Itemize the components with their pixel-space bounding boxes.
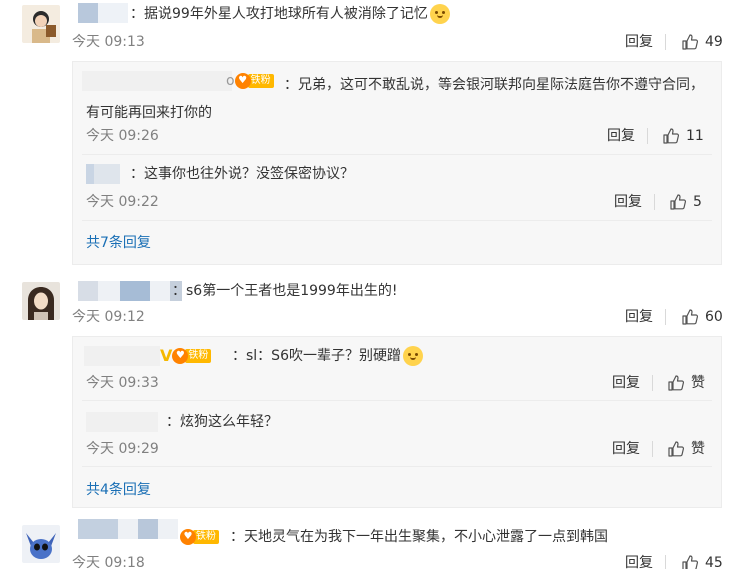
reply-name-badge[interactable]: V ♥ 铁粉: [160, 346, 213, 366]
divider: [665, 555, 666, 569]
reply-time: 今天 09:29: [86, 441, 159, 457]
comment-time: 今天 09:13: [72, 34, 145, 50]
divider: [665, 309, 666, 325]
doge-emoji-icon: [402, 346, 423, 366]
reply-divider: [82, 400, 712, 401]
like-count: 60: [705, 309, 723, 325]
thumbs-up-icon: [668, 441, 685, 457]
like-button[interactable]: 5: [669, 193, 702, 211]
divider: [647, 128, 648, 144]
blurred-username[interactable]: [86, 164, 120, 184]
blurred-username[interactable]: [84, 346, 160, 366]
comment-text: ：据说99年外星人攻打地球所有人被消除了记忆: [130, 4, 450, 24]
reply-button[interactable]: 回复: [612, 440, 640, 458]
user-avatar-icon: [22, 5, 60, 43]
more-replies-link[interactable]: 共7条回复: [86, 234, 151, 252]
fan-badge: ♥ 铁粉: [172, 348, 212, 364]
reply-divider: [82, 220, 712, 221]
divider: [665, 34, 666, 50]
like-button[interactable]: 45: [681, 554, 723, 569]
like-count: 11: [686, 128, 704, 144]
divider: [652, 375, 653, 391]
like-count: 赞: [691, 375, 705, 391]
thumbs-up-icon: [682, 555, 699, 569]
avatar[interactable]: [22, 282, 60, 320]
thumbs-up-icon: [682, 309, 699, 325]
user-avatar-icon: [22, 282, 60, 320]
blurred-username[interactable]: [78, 281, 182, 301]
like-count: 5: [693, 194, 702, 210]
reply-divider: [82, 154, 712, 155]
comment-text: ：s6第一个王者也是1999年出生的!: [172, 283, 398, 299]
user-avatar-icon: [22, 525, 60, 563]
reply-time: 今天 09:33: [86, 375, 159, 391]
reply-button[interactable]: 回复: [607, 127, 635, 145]
blurred-username[interactable]: [86, 412, 158, 432]
doge-emoji-icon: [429, 4, 450, 24]
fan-badge: ♥ 铁粉: [180, 529, 219, 545]
like-count: 赞: [691, 441, 705, 457]
thumbs-up-icon: [663, 128, 680, 144]
like-button[interactable]: 11: [662, 127, 704, 145]
like-count: 45: [705, 555, 723, 569]
comment-time: 今天 09:12: [72, 309, 145, 325]
reply-text: ：sl：S6吹一辈子？别硬蹭: [232, 346, 423, 366]
reply-button[interactable]: 回复: [625, 33, 653, 51]
blurred-username[interactable]: [78, 3, 128, 23]
like-button[interactable]: 赞: [667, 374, 705, 392]
reply-text-block: ：兄弟，这可不敢乱说，等会银河联邦向星际法庭告你不遵守合同，有可能再回来打你的: [86, 77, 704, 121]
divider: [652, 441, 653, 457]
vip-logo-icon: V: [160, 346, 173, 365]
like-button[interactable]: 赞: [667, 440, 705, 458]
more-replies-link[interactable]: 共4条回复: [86, 481, 151, 499]
avatar[interactable]: [22, 525, 60, 563]
reply-text: ：这事你也往外说？没签保密协议？: [130, 166, 354, 182]
divider: [654, 194, 655, 210]
reply-name-badge[interactable]: ♥ 铁粉: [180, 527, 221, 547]
reply-button[interactable]: 回复: [625, 308, 653, 326]
thumbs-up-icon: [670, 194, 687, 210]
reply-divider: [82, 466, 712, 467]
avatar[interactable]: [22, 5, 60, 43]
reply-time: 今天 09:26: [86, 128, 159, 144]
blurred-username[interactable]: [78, 519, 178, 539]
like-button[interactable]: 60: [681, 308, 723, 326]
comment-text: ：天地灵气在为我下一年出生聚集，不小心泄露了一点到韩国: [230, 529, 608, 545]
thumbs-up-icon: [668, 375, 685, 391]
reply-button[interactable]: 回复: [614, 193, 642, 211]
reply-button[interactable]: 回复: [625, 554, 653, 569]
like-count: 49: [705, 34, 723, 50]
reply-button[interactable]: 回复: [612, 374, 640, 392]
thumbs-up-icon: [682, 34, 699, 50]
comment-time: 今天 09:18: [72, 555, 145, 569]
reply-text: ：炫狗这么年轻？: [166, 414, 278, 430]
reply-time: 今天 09:22: [86, 194, 159, 210]
like-button[interactable]: 49: [681, 33, 723, 51]
